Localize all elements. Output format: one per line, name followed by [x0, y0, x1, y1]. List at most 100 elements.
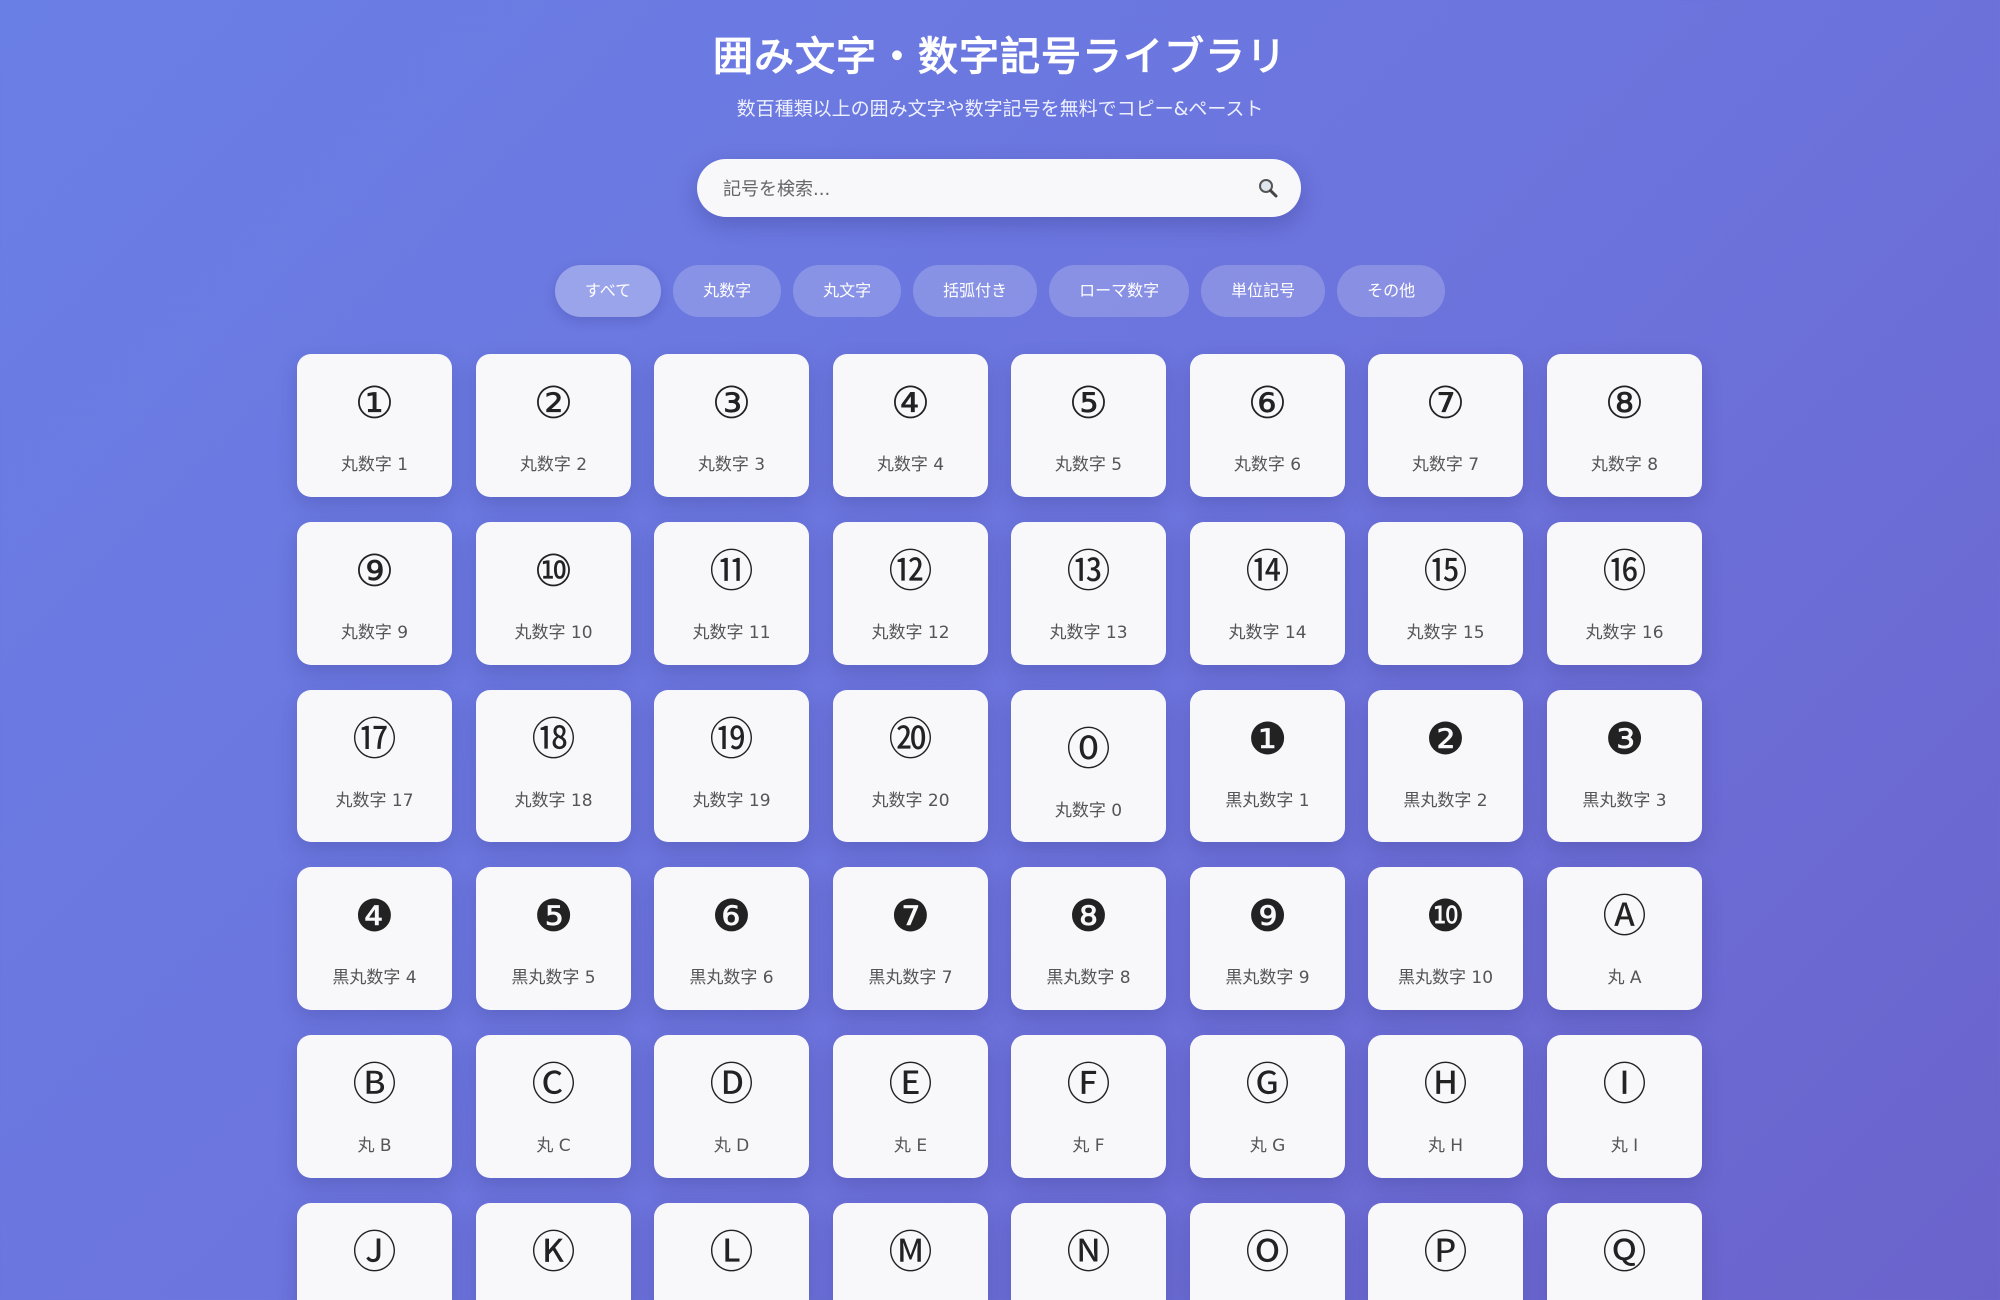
symbol-glyph: ①	[354, 378, 395, 429]
symbol-card[interactable]: ⑨ 丸数字 9	[297, 522, 452, 665]
search-icon[interactable]	[1257, 177, 1279, 199]
symbol-name: 黒丸数字 7	[868, 968, 953, 988]
symbol-card[interactable]: Ⓓ 丸 D	[654, 1035, 809, 1178]
symbol-glyph: ②	[533, 378, 574, 429]
symbol-card[interactable]: ❿ 黒丸数字 10	[1368, 867, 1523, 1010]
symbol-name: 丸数字 14	[1228, 623, 1307, 643]
symbol-card[interactable]: ❸ 黒丸数字 3	[1547, 690, 1702, 842]
symbol-name: 丸数字 13	[1049, 623, 1128, 643]
symbol-card[interactable]: ⑩ 丸数字 10	[476, 522, 631, 665]
symbol-card[interactable]: ❾ 黒丸数字 9	[1190, 867, 1345, 1010]
page-subtitle: 数百種類以上の囲み文字や数字記号を無料でコピー&ペースト	[736, 98, 1264, 120]
symbol-glyph: ⑤	[1068, 378, 1109, 429]
symbol-card[interactable]: Ⓑ 丸 B	[297, 1035, 452, 1178]
symbol-card[interactable]: Ⓒ 丸 C	[476, 1035, 631, 1178]
symbol-name: 黒丸数字 2	[1403, 791, 1488, 811]
symbol-glyph: ⑩	[533, 546, 574, 597]
symbol-glyph: ❼	[890, 891, 931, 942]
symbol-glyph: ⑧	[1604, 378, 1645, 429]
symbol-card[interactable]: Ⓠ	[1547, 1203, 1702, 1300]
filter-circled-numbers-button[interactable]: 丸数字	[673, 265, 782, 317]
symbol-name: 丸数字 6	[1233, 455, 1302, 475]
symbol-glyph: Ⓖ	[1245, 1059, 1290, 1110]
filter-parenthesized-button[interactable]: 括弧付き	[913, 265, 1038, 317]
symbol-name: 丸数字 7	[1411, 455, 1480, 475]
symbol-glyph: ⓪	[1066, 724, 1111, 775]
symbol-card[interactable]: Ⓝ	[1011, 1203, 1166, 1300]
symbol-card[interactable]: ⑥ 丸数字 6	[1190, 354, 1345, 497]
symbol-card[interactable]: Ⓟ	[1368, 1203, 1523, 1300]
symbol-card[interactable]: ❹ 黒丸数字 4	[297, 867, 452, 1010]
symbol-glyph: ❸	[1604, 714, 1645, 765]
symbol-card[interactable]: ⑯ 丸数字 16	[1547, 522, 1702, 665]
search-box[interactable]	[697, 159, 1301, 219]
symbol-card[interactable]: ❻ 黒丸数字 6	[654, 867, 809, 1010]
symbol-name: 丸数字 12	[871, 623, 950, 643]
symbol-card[interactable]: Ⓐ 丸 A	[1547, 867, 1702, 1010]
symbol-name: 黒丸数字 9	[1225, 968, 1310, 988]
symbol-glyph: ⑦	[1425, 378, 1466, 429]
symbol-glyph: ❾	[1247, 891, 1288, 942]
symbol-name: 黒丸数字 5	[511, 968, 596, 988]
filter-other-button[interactable]: その他	[1337, 265, 1446, 317]
symbol-card[interactable]: ⑭ 丸数字 14	[1190, 522, 1345, 665]
symbol-name: 丸数字 2	[519, 455, 588, 475]
symbol-card[interactable]: ⑱ 丸数字 18	[476, 690, 631, 842]
symbol-card[interactable]: ④ 丸数字 4	[833, 354, 988, 497]
symbol-card[interactable]: ❺ 黒丸数字 5	[476, 867, 631, 1010]
symbol-card[interactable]: ❼ 黒丸数字 7	[833, 867, 988, 1010]
symbol-glyph: ⑫	[888, 546, 933, 597]
symbol-card[interactable]: ⑳ 丸数字 20	[833, 690, 988, 842]
symbol-name: 丸数字 4	[876, 455, 945, 475]
symbol-card[interactable]: Ⓕ 丸 F	[1011, 1035, 1166, 1178]
symbol-card[interactable]: ⑪ 丸数字 11	[654, 522, 809, 665]
symbol-name: 丸 D	[713, 1136, 750, 1156]
symbol-card[interactable]: ❷ 黒丸数字 2	[1368, 690, 1523, 842]
symbol-glyph: Ⓓ	[709, 1059, 754, 1110]
symbol-card[interactable]: ③ 丸数字 3	[654, 354, 809, 497]
symbol-card[interactable]: Ⓜ	[833, 1203, 988, 1300]
symbol-card[interactable]: ⑦ 丸数字 7	[1368, 354, 1523, 497]
symbol-glyph: ⑳	[888, 714, 933, 765]
symbol-card[interactable]: ⑰ 丸数字 17	[297, 690, 452, 842]
symbol-card[interactable]: Ⓙ	[297, 1203, 452, 1300]
symbol-glyph: ⑰	[352, 714, 397, 765]
symbol-name: 丸数字 11	[692, 623, 771, 643]
symbol-glyph: Ⓔ	[888, 1059, 933, 1110]
filter-circled-letters-button[interactable]: 丸文字	[793, 265, 902, 317]
symbol-name: 丸 A	[1607, 968, 1642, 988]
symbol-card[interactable]: ⓪ 丸数字 0	[1011, 690, 1166, 842]
symbol-card[interactable]: Ⓗ 丸 H	[1368, 1035, 1523, 1178]
symbol-glyph: Ⓞ	[1245, 1227, 1290, 1278]
symbol-glyph: Ⓚ	[531, 1227, 576, 1278]
symbol-card[interactable]: ⑤ 丸数字 5	[1011, 354, 1166, 497]
symbol-name: 黒丸数字 4	[332, 968, 417, 988]
symbol-name: 丸数字 1	[340, 455, 409, 475]
symbol-name: 丸 F	[1072, 1136, 1105, 1156]
symbol-card[interactable]: Ⓚ	[476, 1203, 631, 1300]
symbol-glyph: ⑬	[1066, 546, 1111, 597]
symbol-card[interactable]: Ⓞ	[1190, 1203, 1345, 1300]
symbol-card[interactable]: ② 丸数字 2	[476, 354, 631, 497]
search-input[interactable]	[721, 159, 1225, 219]
symbol-card[interactable]: Ⓔ 丸 E	[833, 1035, 988, 1178]
symbol-card[interactable]: ❽ 黒丸数字 8	[1011, 867, 1166, 1010]
symbol-card[interactable]: ⑫ 丸数字 12	[833, 522, 988, 665]
symbol-card[interactable]: ⑬ 丸数字 13	[1011, 522, 1166, 665]
filter-roman-numerals-button[interactable]: ローマ数字	[1049, 265, 1190, 317]
symbol-card[interactable]: ⑧ 丸数字 8	[1547, 354, 1702, 497]
symbol-name: 丸 I	[1610, 1136, 1639, 1156]
symbol-card[interactable]: ⑮ 丸数字 15	[1368, 522, 1523, 665]
symbol-name: 丸 C	[536, 1136, 571, 1156]
symbol-name: 黒丸数字 10	[1397, 968, 1494, 988]
symbol-card[interactable]: Ⓛ	[654, 1203, 809, 1300]
symbol-card[interactable]: Ⓖ 丸 G	[1190, 1035, 1345, 1178]
symbol-glyph: ❻	[711, 891, 752, 942]
symbol-card[interactable]: ① 丸数字 1	[297, 354, 452, 497]
symbol-card[interactable]: ❶ 黒丸数字 1	[1190, 690, 1345, 842]
filter-all-button[interactable]: すべて	[554, 265, 662, 317]
symbol-card[interactable]: Ⓘ 丸 I	[1547, 1035, 1702, 1178]
filter-unit-symbols-button[interactable]: 単位記号	[1201, 265, 1326, 317]
symbol-glyph: Ⓟ	[1423, 1227, 1468, 1278]
symbol-card[interactable]: ⑲ 丸数字 19	[654, 690, 809, 842]
